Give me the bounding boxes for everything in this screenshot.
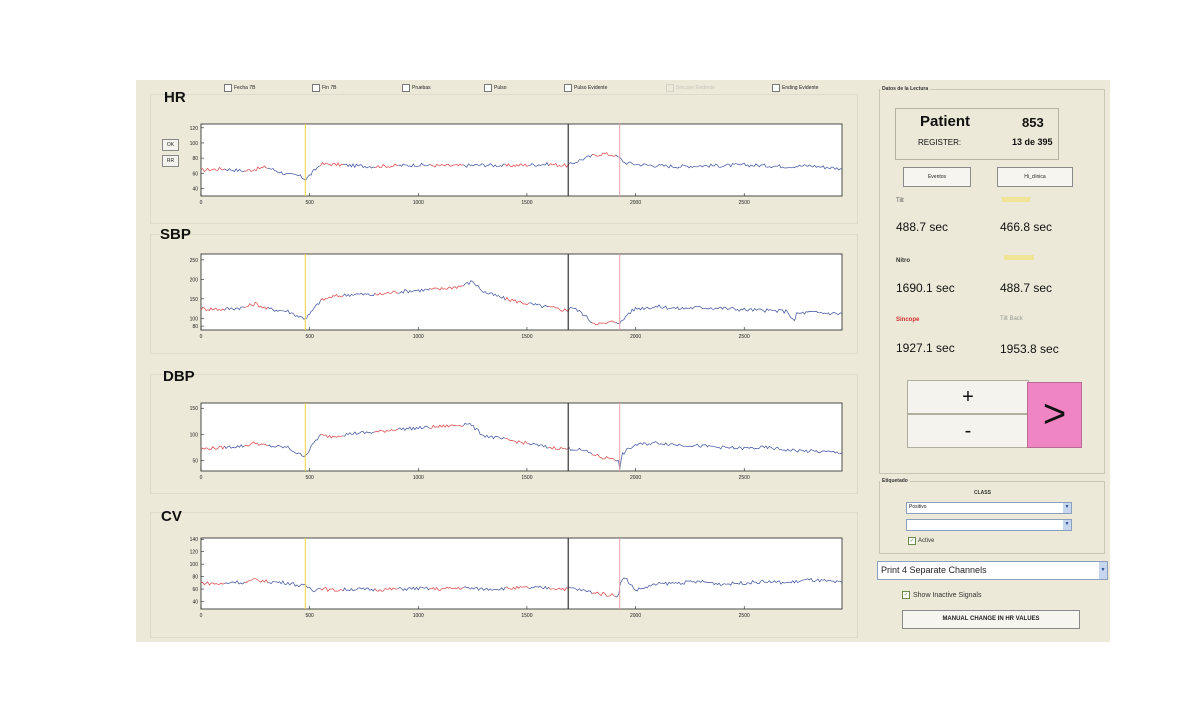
check-icon[interactable]: ✓	[908, 537, 916, 545]
register-value: 13 de 395	[1012, 137, 1053, 147]
class-select[interactable]: Positivo ▼	[906, 502, 1072, 514]
dbp-ytick-label: 150	[190, 406, 199, 412]
patient-label: Patient	[920, 113, 971, 130]
subclass-select[interactable]: ▼	[906, 519, 1072, 531]
cv-ytick-label: 80	[192, 575, 198, 581]
dbp-plot-area	[200, 402, 843, 472]
dbp-ytick-label: 100	[190, 432, 199, 438]
cv-plot-area	[200, 537, 843, 610]
tilt-value-2: 466.8 sec	[1000, 220, 1053, 234]
hr-xtick-label: 500	[305, 200, 314, 206]
syncope-label: Sincope	[896, 317, 920, 323]
dbp-xtick-label: 0	[200, 475, 203, 481]
minus-button[interactable]: -	[907, 414, 1029, 448]
highlight-marker	[1002, 197, 1030, 202]
cv-ytick-label: 120	[190, 550, 199, 556]
sbp-ytick-label: 80	[192, 324, 198, 330]
patient-info-box: Patient 853 REGISTER: 13 de 395	[895, 108, 1059, 160]
hr-plot-area	[200, 123, 843, 197]
dbp-xtick-label: 2500	[739, 475, 750, 481]
hr-xtick-label: 0	[200, 200, 203, 206]
sbp-ytick-label: 150	[190, 297, 199, 303]
sbp-xtick-label: 1000	[413, 334, 424, 340]
sbp-xtick-label: 0	[200, 334, 203, 340]
sbp-ytick-label: 250	[190, 258, 199, 264]
patient-value: 853	[1022, 115, 1044, 130]
cv-ytick-label: 100	[190, 562, 199, 568]
dbp-xtick-label: 1000	[413, 475, 424, 481]
print-mode-value: Print 4 Separate Channels	[881, 565, 987, 575]
cv-xtick-label: 2000	[630, 613, 641, 619]
eventos-button[interactable]: Eventos	[903, 167, 971, 187]
hr-ytick-label: 60	[192, 171, 198, 177]
dbp-xtick-label: 500	[305, 475, 314, 481]
hr-ytick-label: 120	[190, 126, 199, 132]
chevron-down-icon[interactable]: ▼	[1099, 562, 1107, 579]
tilt-back-label: Tilt Back	[1000, 316, 1023, 322]
check-icon[interactable]: ✓	[902, 591, 910, 599]
manual-change-hr-button[interactable]: MANUAL CHANGE IN HR VALUES	[902, 610, 1080, 629]
cv-ytick-label: 60	[192, 587, 198, 593]
active-checkbox[interactable]: ✓ Active	[908, 537, 934, 545]
sbp-ytick-label: 200	[190, 277, 199, 283]
dbp-ytick-label: 50	[192, 459, 198, 465]
class-label: CLASS	[974, 490, 991, 496]
hi-clinica-button[interactable]: Hi_clinica	[997, 167, 1073, 187]
hr-xtick-label: 2500	[739, 200, 750, 206]
cv-xtick-label: 500	[305, 613, 314, 619]
app-window: Fecha 7B Fin 7B Pruebas Pulso Pulso Evid…	[136, 80, 1110, 642]
syncope-value: 1927.1 sec	[896, 341, 955, 355]
class-select-value: Positivo	[909, 504, 927, 510]
hr-ytick-label: 40	[192, 186, 198, 192]
datos-legend: Datos de la Lectura	[882, 86, 929, 92]
cv-xtick-label: 0	[200, 613, 203, 619]
chevron-down-icon[interactable]: ▼	[1063, 520, 1071, 530]
hr-ytick-label: 80	[192, 156, 198, 162]
sbp-xtick-label: 1500	[521, 334, 532, 340]
hr-xtick-label: 1000	[413, 200, 424, 206]
etiquetado-legend: Etiquetado	[882, 478, 908, 484]
tilt-label: Tilt	[896, 198, 904, 204]
sbp-xtick-label: 2500	[739, 334, 750, 340]
print-mode-select[interactable]: Print 4 Separate Channels ▼	[877, 561, 1108, 580]
sbp-plot-area	[200, 253, 843, 331]
hr-xtick-label: 2000	[630, 200, 641, 206]
cv-xtick-label: 1000	[413, 613, 424, 619]
chevron-down-icon[interactable]: ▼	[1063, 503, 1071, 513]
cv-xtick-label: 1500	[521, 613, 532, 619]
cv-ytick-label: 40	[192, 600, 198, 606]
highlight-marker	[1004, 255, 1034, 260]
show-inactive-checkbox[interactable]: ✓ Show Inactive Signals	[902, 591, 981, 599]
register-label: REGISTER:	[918, 138, 962, 147]
plus-button[interactable]: +	[907, 380, 1029, 414]
cv-xtick-label: 2500	[739, 613, 750, 619]
next-button[interactable]: >	[1027, 382, 1082, 448]
hr-xtick-label: 1500	[521, 200, 532, 206]
dbp-xtick-label: 1500	[521, 475, 532, 481]
nitro-value: 1690.1 sec	[896, 281, 955, 295]
sbp-xtick-label: 500	[305, 334, 314, 340]
nitro-value-2: 488.7 sec	[1000, 281, 1053, 295]
nitro-label: Nitro	[896, 258, 910, 264]
tilt-value: 488.7 sec	[896, 220, 949, 234]
tilt-back-value: 1953.8 sec	[1000, 342, 1059, 356]
dbp-xtick-label: 2000	[630, 475, 641, 481]
sbp-xtick-label: 2000	[630, 334, 641, 340]
hr-ytick-label: 100	[190, 141, 199, 147]
cv-ytick-label: 140	[190, 537, 199, 543]
sbp-ytick-label: 100	[190, 316, 199, 322]
